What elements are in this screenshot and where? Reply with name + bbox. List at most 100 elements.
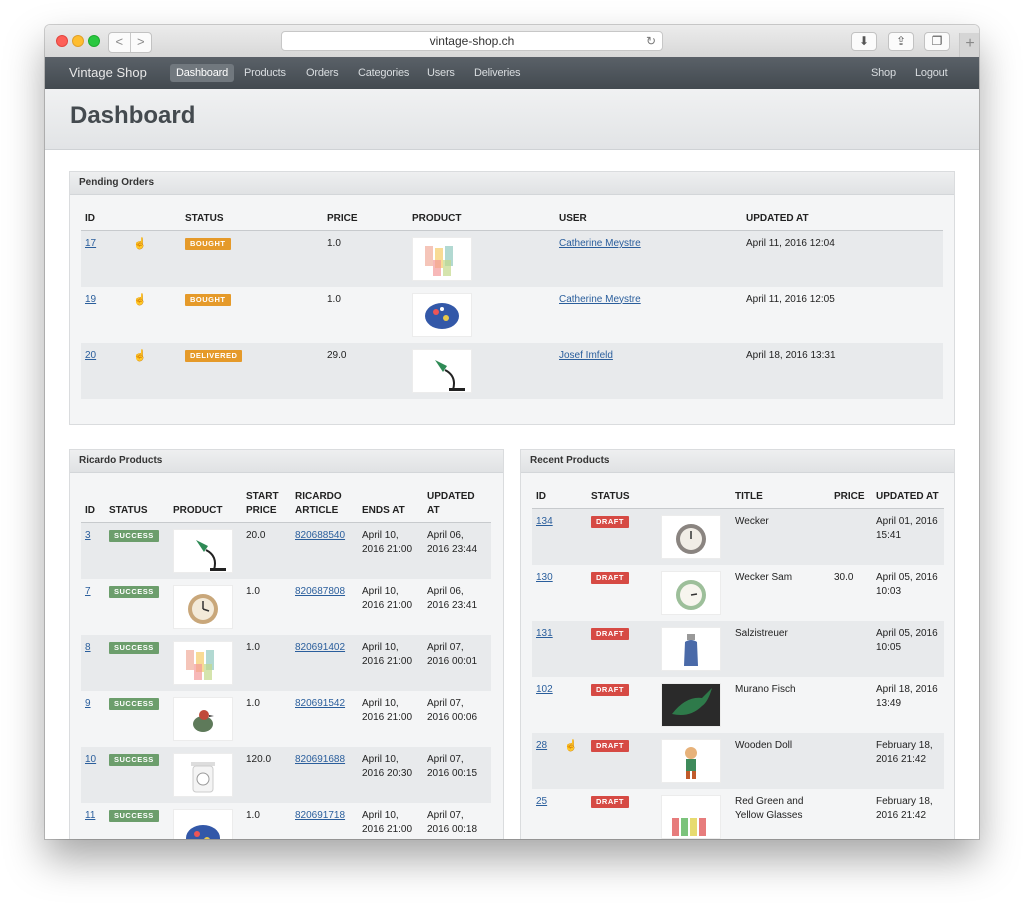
start-price-cell: 1.0 (246, 809, 260, 821)
ricardo-products-title: Ricardo Products (70, 450, 503, 473)
ricardo-products-panel: Ricardo Products ID STATUS PRODUCT START… (69, 449, 504, 839)
order-id-link[interactable]: 19 (85, 294, 96, 305)
product-id-link[interactable]: 3 (85, 530, 91, 541)
table-row[interactable]: 131 DRAFT Salzistreuer April 05, 2016 10… (532, 620, 944, 677)
table-row[interactable]: 130 DRAFT Wecker Sam 30.0 April 05, 2016… (532, 565, 944, 621)
table-row[interactable]: 10 SUCCESS 120.0 820691688 April 10, 201… (81, 746, 491, 803)
table-row[interactable]: 7 SUCCESS 1.0 820687808 April 10, 2016 2… (81, 579, 491, 635)
user-link[interactable]: Josef Imfeld (559, 350, 613, 361)
product-id-link[interactable]: 8 (85, 642, 91, 653)
maximize-window-button[interactable] (88, 35, 100, 47)
nav-deliveries[interactable]: Deliveries (468, 64, 526, 82)
egg-icon[interactable] (173, 808, 233, 839)
nav-orders[interactable]: Orders (300, 64, 344, 82)
title-cell: Red Green and Yellow Glasses (735, 795, 804, 821)
price-cell: 30.0 (834, 571, 854, 583)
table-row[interactable]: 3 SUCCESS 20.0 820688540 April 10, 2016 … (81, 522, 491, 579)
start-price-cell: 1.0 (242, 634, 291, 691)
scale-icon[interactable] (173, 752, 233, 797)
table-row[interactable]: 25 DRAFT Red Green and Yellow Glasses Fe… (532, 789, 944, 840)
glasses-icon[interactable] (412, 237, 472, 281)
col-image (657, 490, 731, 509)
clock-icon[interactable] (173, 584, 233, 629)
close-window-button[interactable] (56, 35, 68, 47)
price-cell: 29.0 (323, 342, 408, 399)
nav-shop[interactable]: Shop (865, 64, 902, 82)
nav-logout[interactable]: Logout (909, 64, 953, 82)
nav-products[interactable]: Products (238, 64, 292, 82)
table-row[interactable]: 11 SUCCESS 1.0 820691718 April 10, 2016 … (81, 803, 491, 839)
price-cell (830, 789, 872, 840)
address-text: vintage-shop.ch (429, 34, 515, 48)
user-link[interactable]: Catherine Meystre (559, 294, 641, 305)
table-row[interactable]: 9 SUCCESS 1.0 820691542 April 10, 2016 2… (81, 691, 491, 747)
pending-orders-panel: Pending Orders ID STATUS PRICE PRODUCT U… (69, 171, 955, 425)
user-link[interactable]: Catherine Meystre (559, 238, 641, 249)
table-row[interactable]: 28 ☝ DRAFT Wooden Doll February 18, 2016… (532, 732, 944, 789)
ends-at-cell: April 10, 2016 21:00 (358, 522, 423, 579)
back-button[interactable]: < (109, 33, 131, 52)
clock-icon[interactable] (661, 515, 721, 559)
title-cell: Wecker Sam (735, 571, 793, 583)
product-id-link[interactable]: 10 (85, 754, 96, 765)
ricardo-article-link[interactable]: 820691402 (295, 642, 345, 653)
lamp-icon[interactable] (412, 348, 472, 393)
hand-icon: ☝ (564, 739, 578, 752)
nav-categories[interactable]: Categories (352, 64, 415, 82)
table-row[interactable]: 8 SUCCESS 1.0 820691402 April 10, 2016 2… (81, 634, 491, 691)
share-icon[interactable]: ⇪ (888, 32, 914, 51)
order-id-link[interactable]: 20 (85, 350, 96, 361)
history-buttons: < > (108, 32, 152, 53)
brand-link[interactable]: Vintage Shop (69, 57, 147, 89)
updated-cell: April 01, 2016 15:41 (872, 508, 944, 565)
egg-icon[interactable] (412, 292, 472, 337)
product-id-link[interactable]: 9 (85, 698, 91, 709)
shaker-icon[interactable] (661, 626, 721, 671)
nav-users[interactable]: Users (421, 64, 461, 82)
order-id-link[interactable]: 17 (85, 238, 96, 249)
table-row[interactable]: 19 ☝ BOUGHT 1.0 Catherine Meystre April … (81, 287, 943, 343)
reload-icon[interactable]: ↻ (646, 32, 656, 50)
ricardo-article-link[interactable]: 820691718 (295, 810, 345, 821)
product-id-link[interactable]: 28 (536, 740, 547, 751)
fish-icon[interactable] (661, 682, 721, 727)
table-row[interactable]: 102 DRAFT Murano Fisch April 18, 2016 13… (532, 677, 944, 733)
price-cell (830, 732, 872, 789)
updated-cell: April 07, 2016 00:01 (423, 634, 491, 691)
forward-button[interactable]: > (131, 33, 152, 52)
updated-cell: April 18, 2016 13:49 (876, 683, 938, 709)
nav-dashboard[interactable]: Dashboard (170, 64, 235, 82)
status-badge: DRAFT (591, 739, 629, 752)
product-id-link[interactable]: 7 (85, 586, 91, 597)
tabs-icon[interactable]: ❐ (924, 32, 950, 51)
new-tab-button[interactable]: + (959, 33, 979, 57)
product-id-link[interactable]: 130 (536, 572, 553, 583)
col-ricardo-article: RICARDO ARTICLE (291, 490, 358, 523)
glasses-icon[interactable] (661, 794, 721, 839)
ricardo-article-link[interactable]: 820687808 (295, 586, 345, 597)
product-id-link[interactable]: 11 (85, 810, 95, 821)
download-icon[interactable]: ⬇ (851, 32, 877, 51)
table-row[interactable]: 134 DRAFT Wecker April 01, 2016 15:41 (532, 508, 944, 565)
glasses-icon[interactable] (173, 640, 233, 685)
address-bar[interactable]: vintage-shop.ch ↻ (281, 31, 663, 51)
doll-icon[interactable] (661, 738, 721, 783)
product-id-link[interactable]: 25 (536, 796, 547, 807)
ricardo-article-link[interactable]: 820688540 (295, 530, 345, 541)
product-id-link[interactable]: 134 (536, 516, 553, 527)
ends-at-cell: April 10, 2016 20:30 (358, 746, 423, 803)
ricardo-article-link[interactable]: 820691542 (295, 698, 345, 709)
minimize-window-button[interactable] (72, 35, 84, 47)
bird-icon[interactable] (173, 696, 233, 741)
lamp-icon[interactable] (173, 529, 233, 573)
clock-icon[interactable] (661, 570, 721, 615)
product-id-link[interactable]: 131 (536, 628, 553, 639)
ricardo-article-link[interactable]: 820691688 (295, 754, 345, 765)
product-id-link[interactable]: 102 (536, 684, 553, 695)
table-row[interactable]: 20 ☝ DELIVERED 29.0 Josef Imfeld April 1… (81, 342, 943, 399)
updated-cell: April 07, 2016 00:06 (427, 697, 478, 723)
price-cell: 1.0 (323, 230, 408, 287)
app-navbar: Vintage Shop Dashboard Products Orders C… (45, 57, 979, 89)
updated-cell: April 18, 2016 13:31 (742, 342, 943, 399)
table-row[interactable]: 17 ☝ BOUGHT 1.0 Catherine Meystre April … (81, 230, 943, 287)
